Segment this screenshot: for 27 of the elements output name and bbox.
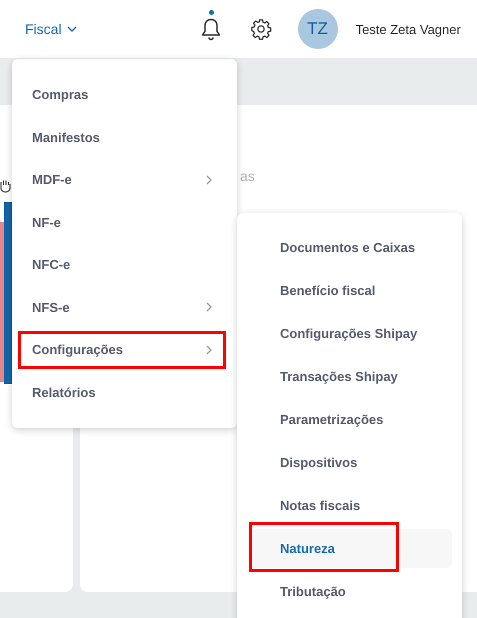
- user-name: Teste Zeta Vagner: [356, 22, 461, 36]
- menu-item[interactable]: Compras: [18, 76, 226, 114]
- menu-item[interactable]: Configurações: [18, 330, 226, 368]
- bell-icon[interactable]: [200, 18, 221, 40]
- user-avatar[interactable]: TZ: [298, 9, 338, 49]
- card-text: as: [240, 168, 255, 184]
- hand-icon: [0, 179, 11, 193]
- menu-item[interactable]: Relatórios: [18, 373, 226, 411]
- submenu-item[interactable]: Tributação: [250, 572, 452, 611]
- submenu-item[interactable]: Parametrizações: [250, 400, 452, 439]
- chevron-icon: [206, 174, 212, 184]
- submenu-item[interactable]: Dispositivos: [250, 443, 452, 482]
- menu-item[interactable]: MDF-e: [18, 160, 226, 198]
- submenu-item[interactable]: Notas fiscais: [250, 486, 452, 525]
- menu-item[interactable]: NF-e: [18, 203, 226, 241]
- submenu-item[interactable]: Natureza: [250, 529, 452, 568]
- settings-icon[interactable]: [250, 18, 272, 40]
- submenu-item[interactable]: Benefício fiscal: [250, 271, 452, 310]
- menu-item[interactable]: Manifestos: [18, 118, 226, 156]
- chevron-icon: [206, 302, 212, 312]
- submenu-item[interactable]: Configurações Shipay: [250, 314, 452, 353]
- chevron-icon: [206, 344, 212, 354]
- menu-item[interactable]: NFS-e: [18, 288, 226, 326]
- menu-item[interactable]: NFC-e: [18, 246, 226, 284]
- submenu-item[interactable]: Transações Shipay: [250, 357, 452, 396]
- module-menu-button[interactable]: Fiscal: [25, 21, 77, 37]
- submenu-item[interactable]: Documentos e Caixas: [250, 228, 452, 267]
